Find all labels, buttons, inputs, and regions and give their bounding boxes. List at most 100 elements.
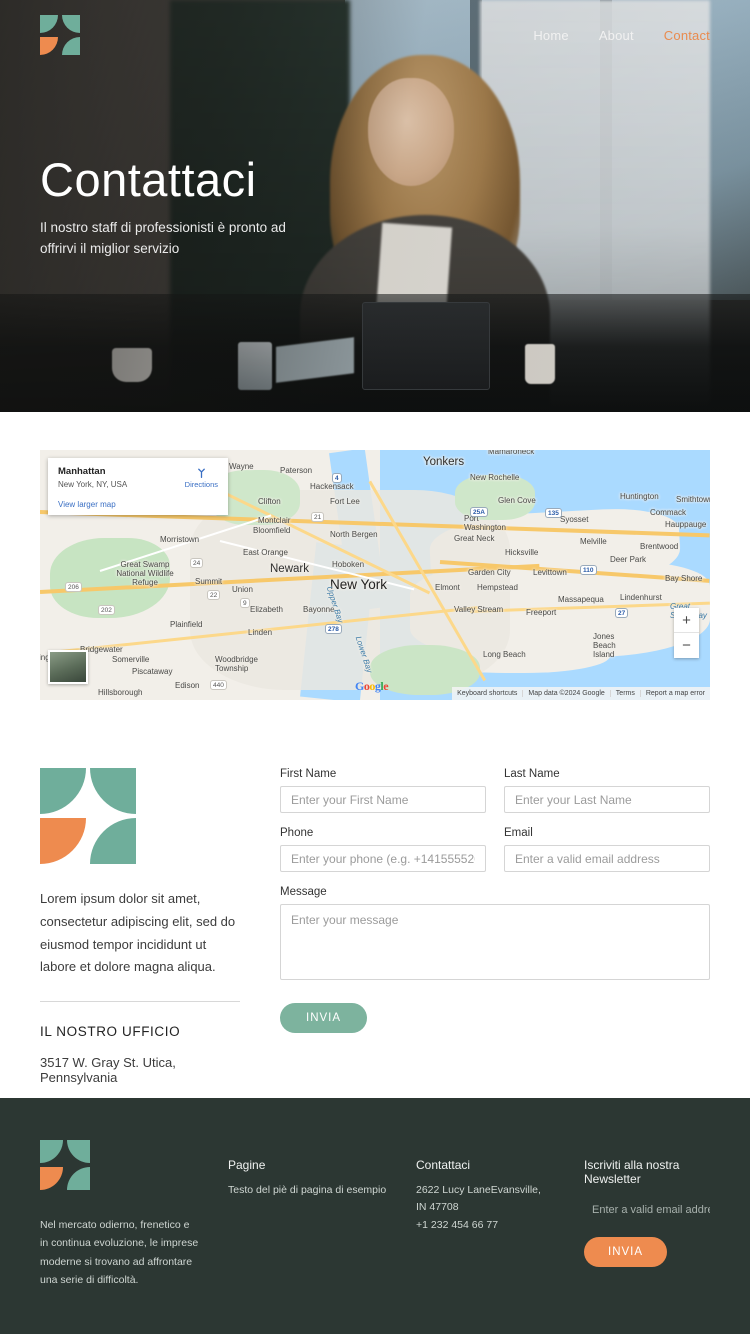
footer-pages-body[interactable]: Testo del piè di pagina di esempio bbox=[228, 1182, 388, 1199]
map-route-shield-135: 135 bbox=[545, 508, 562, 518]
contact-section: Lorem ipsum dolor sit amet, consectetur … bbox=[0, 700, 750, 1085]
map-label-woodbridge: Woodbridge Township bbox=[215, 655, 258, 673]
map-label-east-orange: East Orange bbox=[243, 548, 288, 557]
map-label-hempstead: Hempstead bbox=[477, 583, 518, 592]
map-directions-label: Directions bbox=[184, 480, 218, 489]
logo-petal-top-left bbox=[40, 768, 86, 814]
map-route-shield-440: 440 bbox=[210, 680, 227, 690]
newsletter-submit-button[interactable]: INVIA bbox=[584, 1237, 668, 1267]
field-phone: Phone bbox=[280, 827, 486, 872]
map-label-massapequa: Massapequa bbox=[558, 595, 604, 604]
map-place-card[interactable]: Manhattan New York, NY, USA View larger … bbox=[48, 458, 228, 515]
map-label-mamaroneck: Mamaroneck bbox=[488, 450, 535, 456]
map-keyboard-shortcuts[interactable]: Keyboard shortcuts bbox=[452, 690, 522, 697]
map-label-deer-park: Deer Park bbox=[610, 555, 647, 564]
map-route-shield-24: 24 bbox=[190, 558, 204, 568]
label-phone: Phone bbox=[280, 827, 314, 839]
footer-address-line-2: IN 47708 bbox=[416, 1201, 459, 1214]
field-last-name: Last Name bbox=[504, 768, 710, 813]
first-name-input[interactable] bbox=[280, 786, 486, 813]
last-name-input[interactable] bbox=[504, 786, 710, 813]
map-label-syosset: Syosset bbox=[560, 515, 589, 524]
footer-address-line-1: 2622 Lucy LaneEvansville, bbox=[416, 1184, 541, 1196]
hero-subtitle: Il nostro staff di professionisti è pron… bbox=[40, 220, 286, 257]
logo-petal-bottom-left bbox=[40, 36, 58, 55]
map-label-hoboken: Hoboken bbox=[332, 560, 365, 569]
map-label-montclair: Montclair bbox=[258, 516, 291, 525]
label-last-name: Last Name bbox=[504, 768, 560, 780]
map-label-lindenhurst: Lindenhurst bbox=[620, 593, 662, 602]
field-first-name: First Name bbox=[280, 768, 486, 813]
map-label-jones-beach: Jones Beach Island bbox=[593, 632, 616, 659]
label-email: Email bbox=[504, 827, 533, 839]
map-zoom-controls[interactable]: + − bbox=[674, 608, 699, 658]
map-label-hillsborough: Hillsborough bbox=[98, 688, 143, 697]
map-label-clifton: Clifton bbox=[258, 497, 281, 506]
phone-input[interactable] bbox=[280, 845, 486, 872]
map-view-larger-link[interactable]: View larger map bbox=[58, 500, 218, 509]
footer-pages-heading: Pagine bbox=[228, 1158, 266, 1172]
map-label-long-beach: Long Beach bbox=[483, 650, 526, 659]
footer-phone-number[interactable]: +1 232 454 66 77 bbox=[416, 1217, 556, 1234]
form-row-name: First Name Last Name bbox=[280, 768, 710, 827]
message-textarea[interactable] bbox=[280, 904, 710, 980]
map-report-error-link[interactable]: Report a map error bbox=[639, 690, 710, 697]
map-label-piscataway: Piscataway bbox=[132, 667, 173, 676]
map-street-view-thumbnail[interactable] bbox=[48, 650, 88, 684]
field-message: Message bbox=[280, 886, 710, 985]
map-label-newark: Newark bbox=[270, 563, 309, 575]
label-first-name: First Name bbox=[280, 768, 337, 780]
logo-petal-bottom-right bbox=[89, 817, 136, 864]
site-footer: Nel mercato odierno, frenetico e in cont… bbox=[0, 1098, 750, 1334]
footer-logo[interactable] bbox=[40, 1140, 90, 1190]
map-attribution-bar: Keyboard shortcuts Map data ©2024 Google… bbox=[452, 687, 710, 700]
contact-logo bbox=[40, 768, 136, 864]
map-route-shield-22: 22 bbox=[207, 590, 221, 600]
nav-link-home[interactable]: Home bbox=[533, 28, 568, 43]
contact-submit-button[interactable]: INVIA bbox=[280, 1003, 368, 1033]
logo-petal-top-right bbox=[61, 15, 80, 33]
map-label-wayne: Wayne bbox=[229, 462, 254, 471]
map-label-linden: Linden bbox=[248, 628, 273, 637]
footer-newsletter-heading: Iscriviti alla nostra Newsletter bbox=[584, 1158, 680, 1186]
logo-petal-top-left bbox=[40, 1140, 63, 1163]
map-label-melville: Melville bbox=[580, 537, 607, 546]
map-label-commack: Commack bbox=[650, 508, 687, 517]
map-label-valley-stream: Valley Stream bbox=[454, 605, 504, 614]
footer-brand-column: Nel mercato odierno, frenetico e in cont… bbox=[40, 1140, 200, 1334]
map-label-plainfield: Plainfield bbox=[170, 620, 203, 629]
footer-contacts-heading: Contattaci bbox=[416, 1158, 471, 1172]
map-label-summit: Summit bbox=[195, 577, 223, 586]
map-label-new-rochelle: New Rochelle bbox=[470, 473, 520, 482]
logo-petal-bottom-left bbox=[40, 1166, 63, 1190]
map-label-edison: Edison bbox=[175, 681, 200, 690]
map-label-bay-shore: Bay Shore bbox=[665, 574, 703, 583]
map-label-morristown: Morristown bbox=[160, 535, 200, 544]
newsletter-email-input[interactable] bbox=[584, 1200, 710, 1225]
map-label-paterson: Paterson bbox=[280, 466, 313, 475]
logo-petal-top-right bbox=[89, 768, 136, 814]
google-map-embed[interactable]: Yonkers New Rochelle Mamaroneck Wayne Pa… bbox=[40, 450, 710, 700]
map-label-bloomfield: Bloomfield bbox=[253, 526, 291, 535]
directions-icon bbox=[197, 468, 205, 479]
nav-link-contact[interactable]: Contact bbox=[664, 28, 710, 43]
map-route-shield-9: 9 bbox=[240, 598, 250, 608]
map-label-elmont: Elmont bbox=[435, 583, 460, 592]
google-watermark: Google bbox=[355, 679, 389, 693]
contact-form: First Name Last Name Phone Email Message… bbox=[280, 760, 710, 1085]
header-logo[interactable] bbox=[40, 15, 80, 55]
email-input[interactable] bbox=[504, 845, 710, 872]
map-label-great-swamp: Great Swamp National Wildlife Refuge bbox=[116, 560, 174, 587]
map-zoom-out-button[interactable]: − bbox=[674, 633, 699, 658]
map-directions-button[interactable]: Directions bbox=[185, 466, 218, 489]
map-label-brentwood: Brentwood bbox=[640, 542, 679, 551]
map-label-elizabeth: Elizabeth bbox=[250, 605, 283, 614]
contact-divider bbox=[40, 1001, 240, 1002]
map-zoom-in-button[interactable]: + bbox=[674, 608, 699, 633]
nav-link-about[interactable]: About bbox=[599, 28, 634, 43]
contact-info-column: Lorem ipsum dolor sit amet, consectetur … bbox=[40, 760, 240, 1085]
map-label-smithtown: Smithtown bbox=[676, 495, 710, 504]
map-terms-link[interactable]: Terms bbox=[609, 690, 640, 697]
map-label-fort-lee: Fort Lee bbox=[330, 497, 360, 506]
label-message: Message bbox=[280, 886, 327, 898]
